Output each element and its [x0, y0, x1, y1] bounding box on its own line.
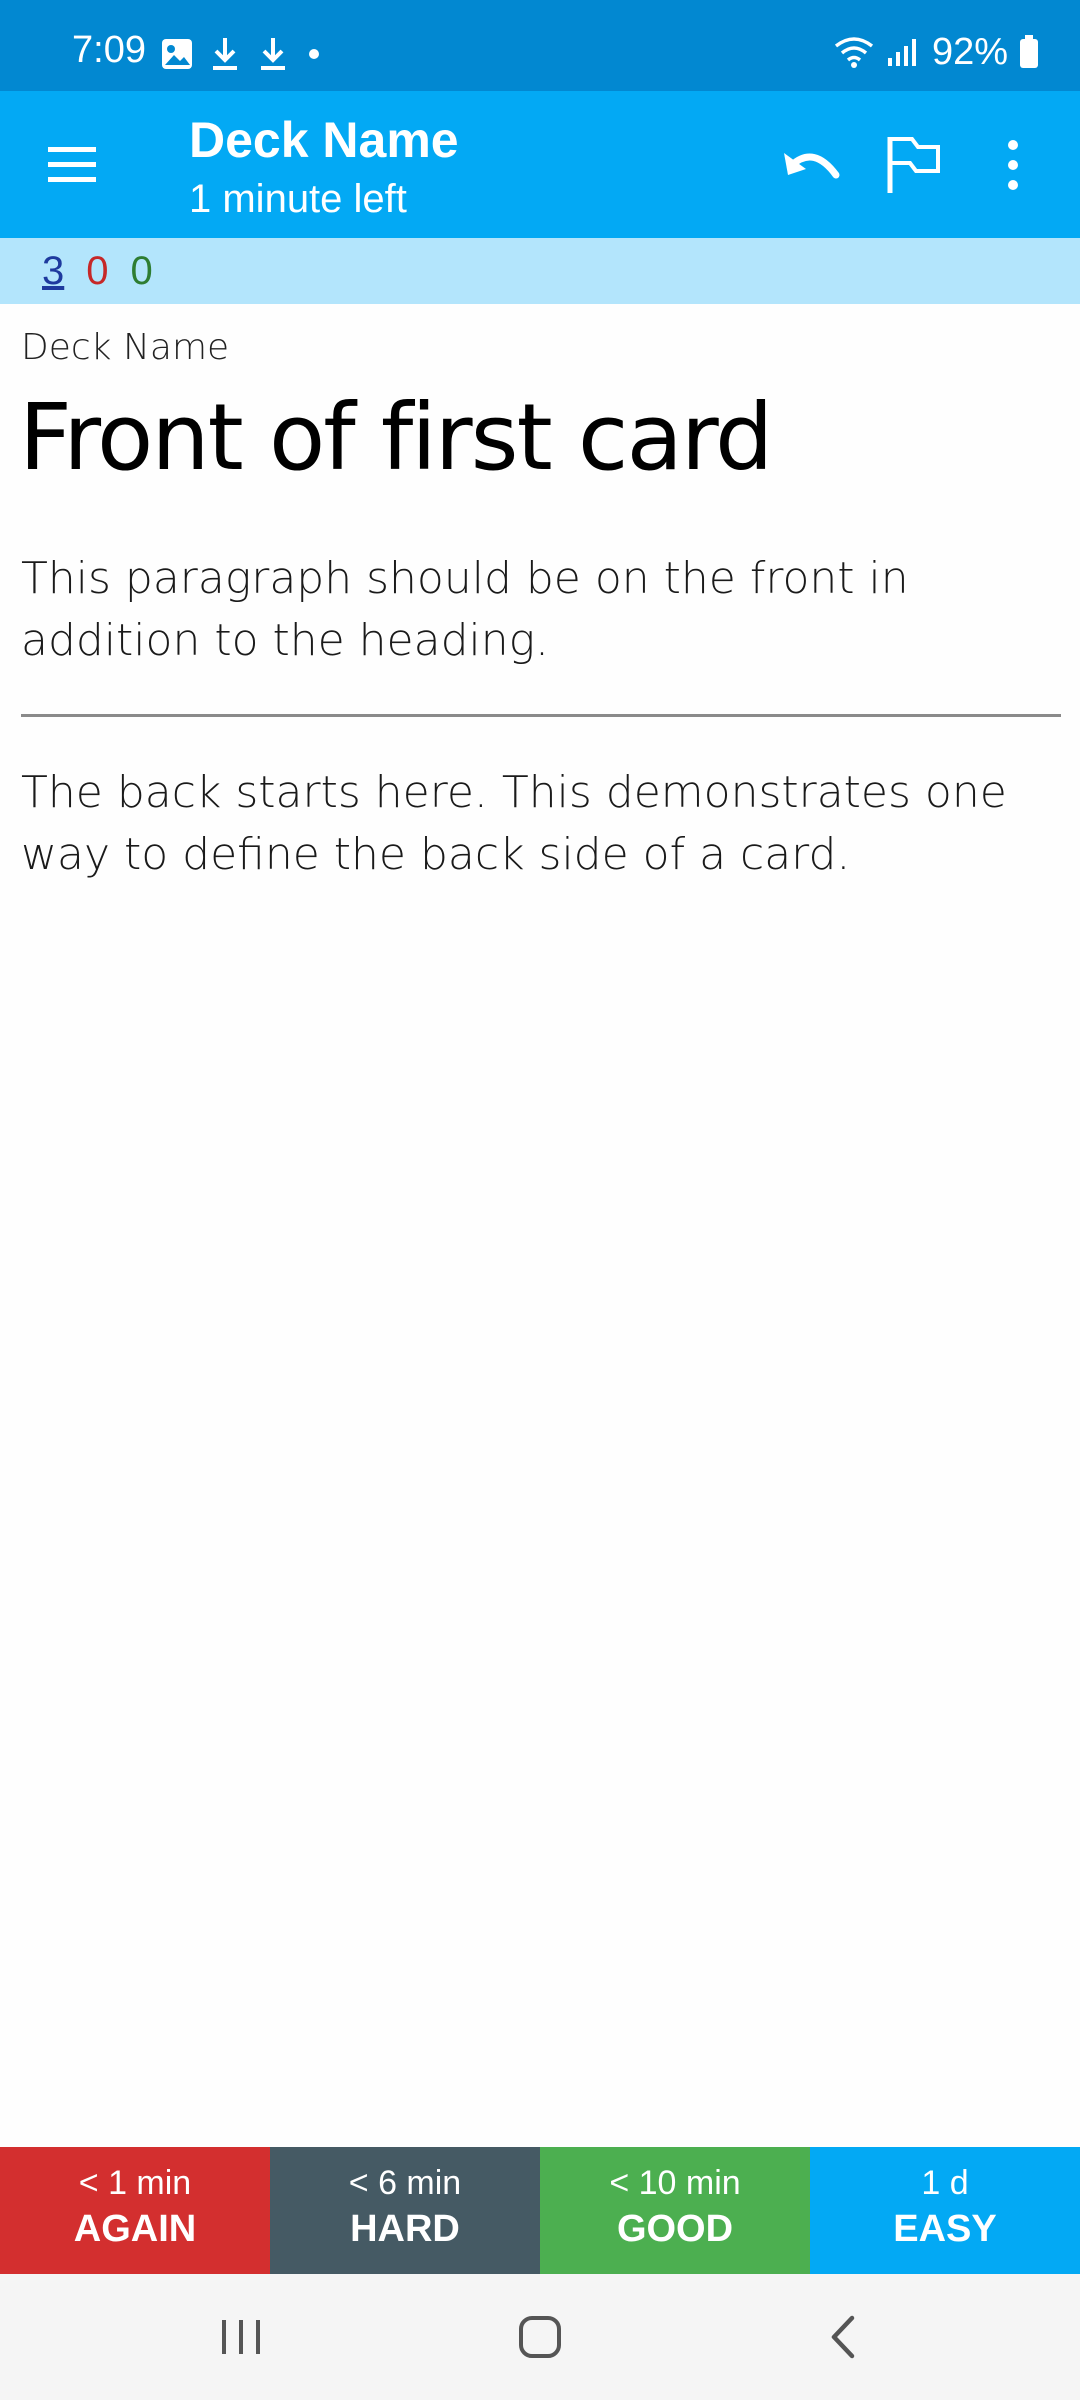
download-icon	[213, 38, 237, 70]
status-time: 7:09	[72, 29, 146, 71]
dot-icon	[309, 49, 319, 59]
easy-button[interactable]: 1 d EASY	[810, 2147, 1080, 2274]
again-button[interactable]: < 1 min AGAIN	[0, 2147, 270, 2274]
card-content[interactable]: Deck Name Front of first card This parag…	[0, 304, 1080, 2147]
good-button[interactable]: < 10 min GOOD	[540, 2147, 810, 2274]
system-navigation-bar	[0, 2274, 1080, 2400]
deck-title: Deck Name	[189, 112, 459, 168]
hard-button[interactable]: < 6 min HARD	[270, 2147, 540, 2274]
wifi-icon	[834, 37, 874, 68]
again-interval: < 1 min	[78, 2164, 192, 2202]
card-front-paragraph: This paragraph should be on the front in…	[21, 553, 909, 666]
battery-percent: 92%	[931, 31, 1008, 73]
card-back-paragraph: The back starts here. This demonstrates …	[21, 767, 1007, 880]
card-deck-label: Deck Name	[21, 327, 230, 368]
download-icon	[261, 38, 285, 70]
status-notification-icons	[160, 34, 324, 74]
card-counts: 3 0 0	[42, 246, 153, 296]
status-system-icons: 92%	[832, 30, 1040, 74]
easy-interval: 1 d	[921, 2164, 969, 2202]
recents-icon[interactable]	[218, 2314, 264, 2360]
good-label: GOOD	[616, 2208, 734, 2250]
flag-icon[interactable]	[880, 131, 946, 197]
answer-divider	[21, 714, 1061, 717]
status-bar: 7:09 92%	[0, 0, 1080, 91]
good-interval: < 10 min	[609, 2164, 741, 2202]
review-count: 0	[130, 249, 153, 293]
home-icon[interactable]	[515, 2312, 565, 2362]
learning-count: 0	[86, 249, 109, 293]
card-counts-bar: 3 0 0	[0, 238, 1080, 304]
answer-buttons: < 1 min AGAIN < 6 min HARD < 10 min GOOD…	[0, 2147, 1080, 2274]
menu-icon[interactable]	[42, 137, 102, 193]
hard-interval: < 6 min	[348, 2164, 462, 2202]
signal-icon	[887, 39, 916, 66]
again-label: AGAIN	[73, 2208, 197, 2250]
back-icon[interactable]	[820, 2312, 870, 2362]
app-toolbar: Deck Name 1 minute left	[0, 91, 1080, 238]
time-remaining: 1 minute left	[189, 177, 407, 221]
image-icon	[162, 39, 192, 69]
undo-icon[interactable]	[778, 135, 850, 195]
battery-icon	[1020, 35, 1038, 68]
hard-label: HARD	[350, 2208, 460, 2250]
easy-label: EASY	[893, 2208, 997, 2250]
overflow-menu-icon[interactable]	[998, 135, 1028, 195]
new-count: 3	[42, 249, 65, 293]
card-heading: Front of first card	[19, 384, 773, 491]
